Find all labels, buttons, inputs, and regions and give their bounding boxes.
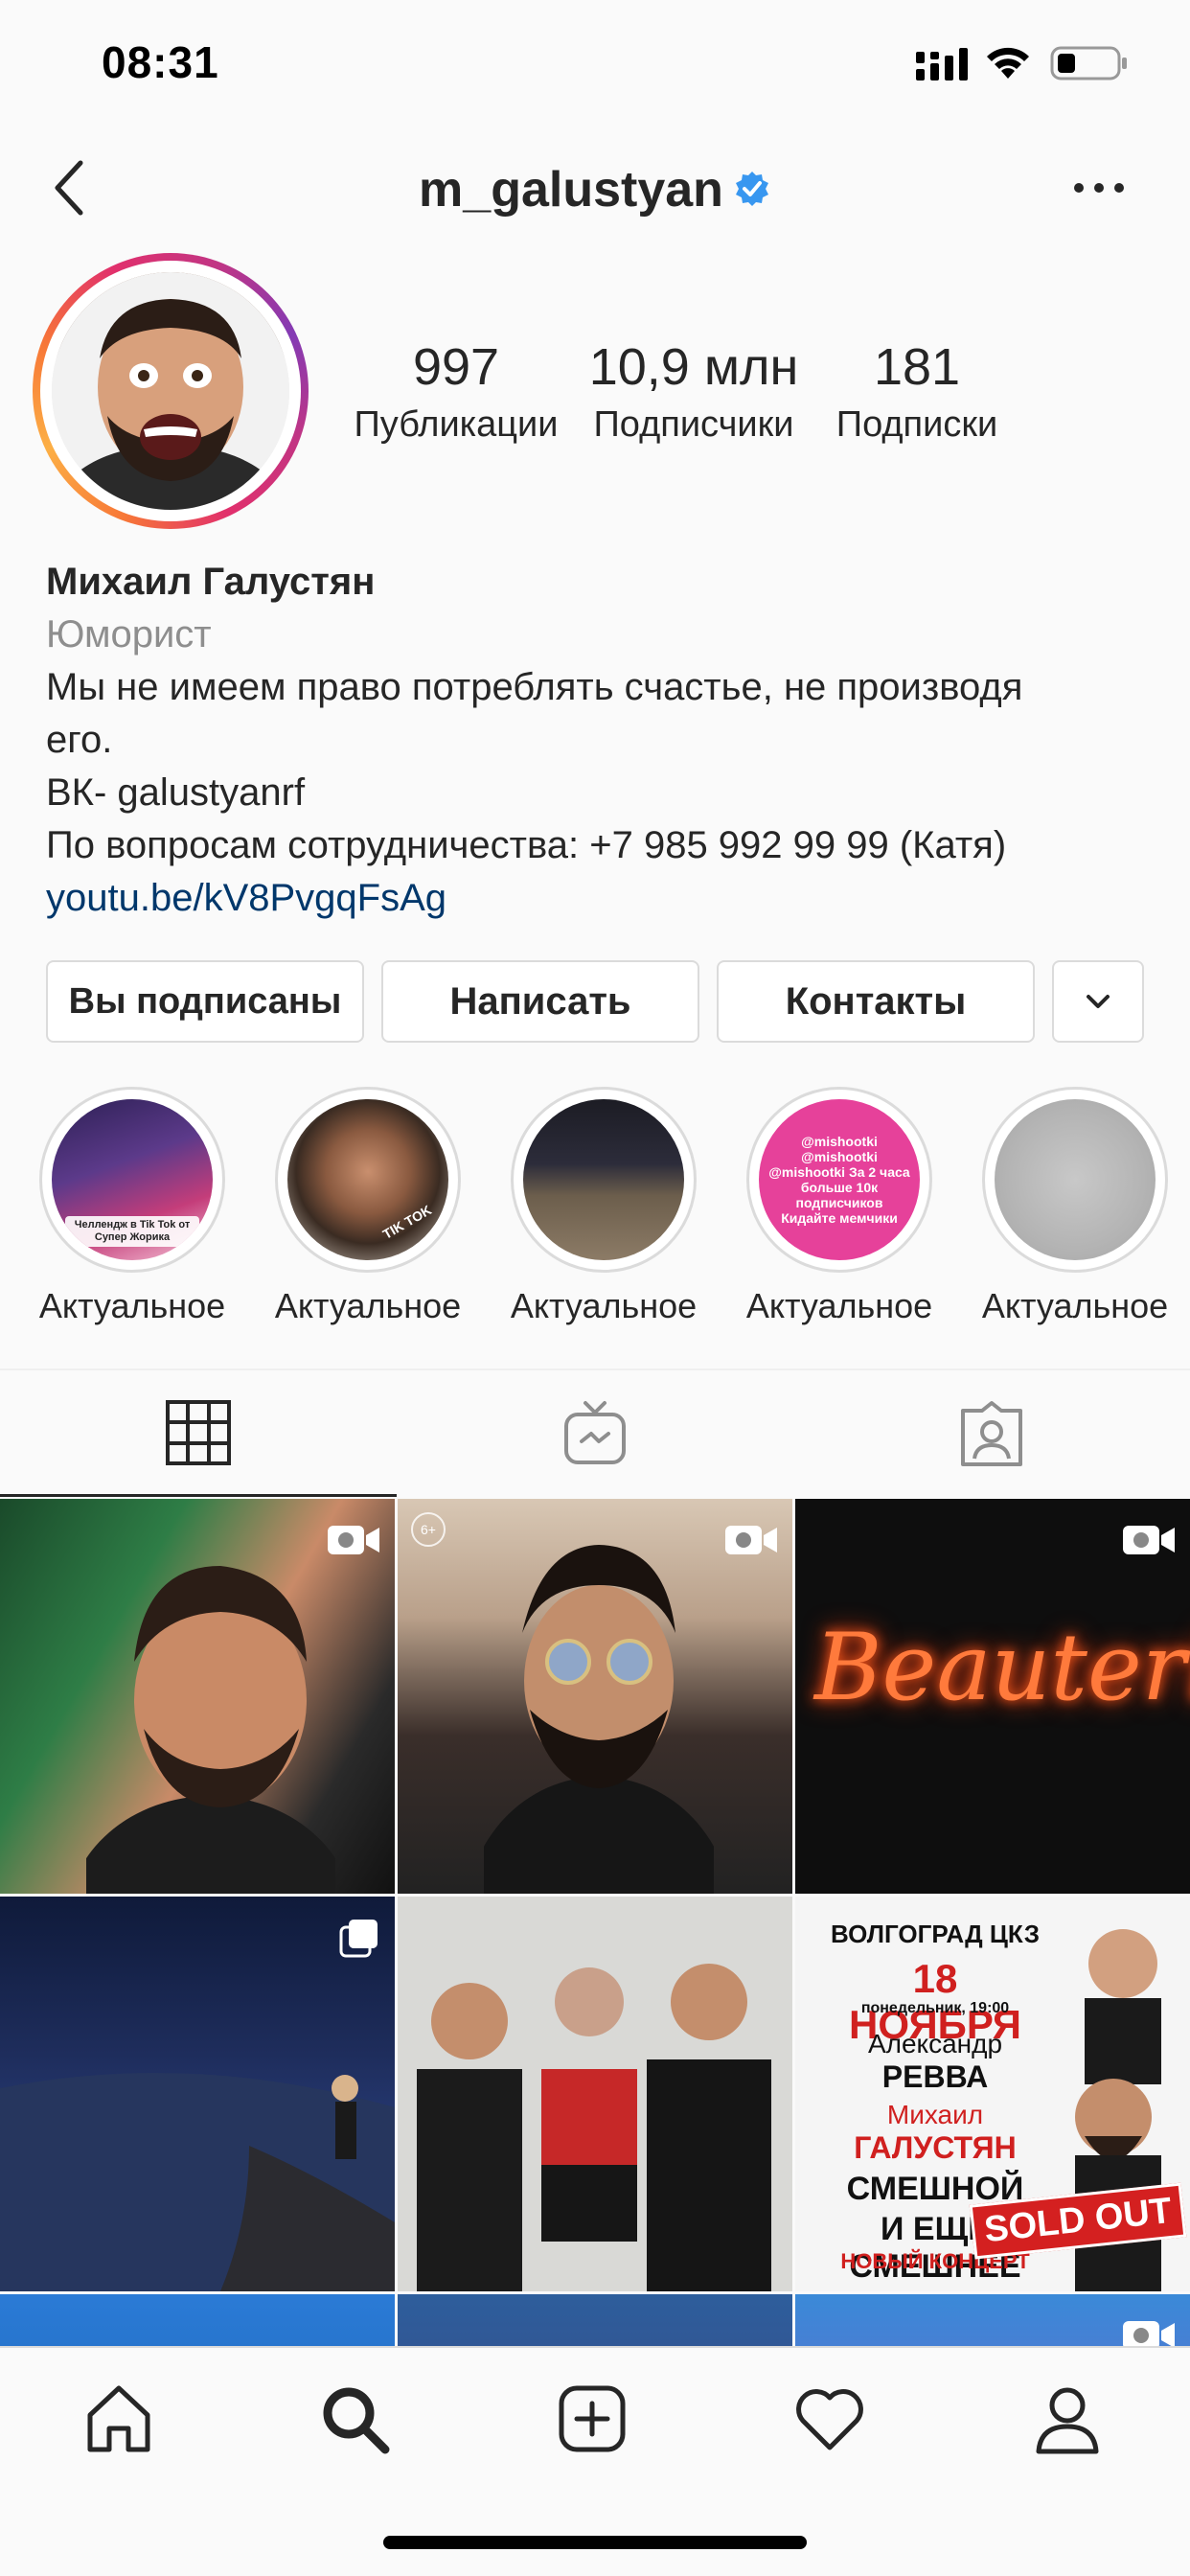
profile-avatar-story-ring[interactable] <box>33 253 309 529</box>
tagged-person-icon <box>961 1401 1022 1466</box>
username: m_galustyan <box>419 162 723 218</box>
video-camera-icon <box>1123 2321 1175 2346</box>
post-thumbnail[interactable] <box>795 2294 1190 2346</box>
highlight-item[interactable]: Актуальное <box>957 1087 1190 1326</box>
poster-artist2-last: ГАЛУСТЯН <box>854 2130 1017 2165</box>
posts-label: Публикации <box>354 404 559 445</box>
highlight-label: Актуальное <box>981 1286 1169 1325</box>
highlight-cover-text: TIK TOK <box>379 1202 434 1242</box>
following-label: Подписки <box>835 404 998 445</box>
posts-count: 997 <box>412 338 500 396</box>
status-bar: 08:31 <box>0 0 1190 134</box>
home-icon <box>87 2385 150 2452</box>
post-thumbnail[interactable] <box>0 2294 395 2346</box>
avatar <box>52 272 289 510</box>
poster-artist1-last: РЕВВА <box>881 2059 989 2094</box>
video-camera-icon <box>725 1526 777 1554</box>
profile-icon <box>1036 2387 1099 2454</box>
highlight-cover: @mishootki @mishootki @mishootki За 2 ча… <box>759 1099 920 1260</box>
bio-line: его. <box>46 719 113 761</box>
display-name: Михаил Галустян <box>46 561 376 603</box>
followers-stat[interactable]: 10,9 млн Подписчики <box>581 337 807 446</box>
post-thumbnail[interactable]: Beauteria <box>795 1499 1190 1894</box>
tab-activity[interactable] <box>791 2380 868 2457</box>
suggested-accounts-button[interactable] <box>1052 960 1144 1043</box>
profile-actions: Вы подписаны Написать Контакты <box>46 960 1144 1043</box>
status-time: 08:31 <box>102 37 219 87</box>
heart-icon <box>796 2389 863 2450</box>
highlight-label: Актуальное <box>274 1286 462 1325</box>
highlight-item[interactable]: TIK TOK Актуальное <box>250 1087 486 1326</box>
post-thumbnail[interactable] <box>398 2294 792 2346</box>
highlight-cover <box>995 1099 1156 1260</box>
tab-tagged[interactable] <box>793 1370 1190 1497</box>
add-post-icon <box>559 2385 626 2452</box>
carousel-icon <box>339 1920 378 1958</box>
tab-profile[interactable] <box>1029 2380 1106 2457</box>
highlight-label: Актуальное <box>745 1286 933 1325</box>
profile-header: m_galustyan <box>0 144 1190 240</box>
highlight-cover-text: Челлендж в Tik Tok от Супер Жорика <box>65 1216 199 1247</box>
poster-date-sub: понедельник, 19:00 <box>860 2000 1010 2016</box>
bio-link[interactable]: youtu.be/kV8PvgqFsAg <box>46 872 1157 925</box>
tab-posts-grid[interactable] <box>0 1370 397 1497</box>
highlight-label: Актуальное <box>510 1286 698 1325</box>
igtv-icon <box>564 1401 626 1464</box>
highlight-label: Актуальное <box>38 1286 226 1325</box>
bio-line: ВК- galustyanrf <box>46 771 306 814</box>
search-icon <box>323 2387 390 2454</box>
followers-label: Подписчики <box>593 404 794 445</box>
highlight-item[interactable]: Челлендж в Tik Tok от Супер Жорика Актуа… <box>14 1087 250 1326</box>
contacts-button[interactable]: Контакты <box>717 960 1035 1043</box>
message-button[interactable]: Написать <box>381 960 699 1043</box>
following-button[interactable]: Вы подписаны <box>46 960 364 1043</box>
tab-igtv[interactable] <box>397 1370 793 1497</box>
tab-home[interactable] <box>80 2380 157 2457</box>
followers-count: 10,9 млн <box>588 338 799 396</box>
chevron-down-icon <box>1087 995 1110 1008</box>
home-indicator <box>383 2536 807 2549</box>
following-count: 181 <box>873 338 961 396</box>
highlight-cover: TIK TOK <box>287 1099 448 1260</box>
tab-new-post[interactable] <box>554 2380 630 2457</box>
posts-stat[interactable]: 997 Публикации <box>351 337 561 446</box>
post-thumbnail[interactable]: 6+ <box>398 1499 792 1894</box>
tab-search[interactable] <box>316 2380 393 2457</box>
story-highlights: Челлендж в Tik Tok от Супер Жорика Актуа… <box>0 1087 1190 1336</box>
profile-category: Юморист <box>46 613 212 656</box>
posts-grid: 6+ Beauteria <box>0 1499 1190 2346</box>
poster-artist2-first: Михаил <box>886 2100 984 2129</box>
highlight-item[interactable]: @mishootki @mishootki @mishootki За 2 ча… <box>721 1087 957 1326</box>
poster-artist1-first: Александр <box>867 2029 1003 2058</box>
poster-city: ВОЛГОГРАД ЦКЗ <box>831 1920 1040 1948</box>
cellular-signal-icon <box>916 48 968 80</box>
more-options-icon[interactable] <box>1071 178 1127 197</box>
video-camera-icon <box>328 1526 379 1554</box>
profile-tabs <box>0 1370 1190 1497</box>
post-thumbnail[interactable] <box>0 1897 395 2291</box>
bio-line: Мы не имеем право потреблять счастье, не… <box>46 666 1023 708</box>
bio-line: По вопросам сотрудничества: +7 985 992 9… <box>46 824 1007 866</box>
username-title: m_galustyan <box>0 161 1190 218</box>
battery-icon <box>1050 46 1127 80</box>
verified-badge-icon <box>735 172 768 207</box>
post-thumbnail[interactable] <box>0 1499 395 1894</box>
following-stat[interactable]: 181 Подписки <box>816 337 1018 446</box>
age-rating-badge: 6+ <box>411 1512 446 1547</box>
neon-sign-text: Beauteria <box>814 1614 1190 1721</box>
highlight-cover: Челлендж в Tik Tok от Супер Жорика <box>52 1099 213 1260</box>
highlight-cover <box>523 1099 684 1260</box>
grid-icon <box>166 1399 231 1465</box>
profile-bio: Михаил Галустян Юморист Мы не имеем прав… <box>46 556 1157 925</box>
post-thumbnail[interactable]: ВОЛГОГРАД ЦКЗ 18 НОЯБРЯ понедельник, 19:… <box>795 1897 1190 2291</box>
video-camera-icon <box>1123 1526 1175 1554</box>
post-thumbnail[interactable] <box>398 1897 792 2291</box>
wifi-icon <box>987 47 1029 79</box>
highlight-item[interactable]: Актуальное <box>486 1087 721 1326</box>
